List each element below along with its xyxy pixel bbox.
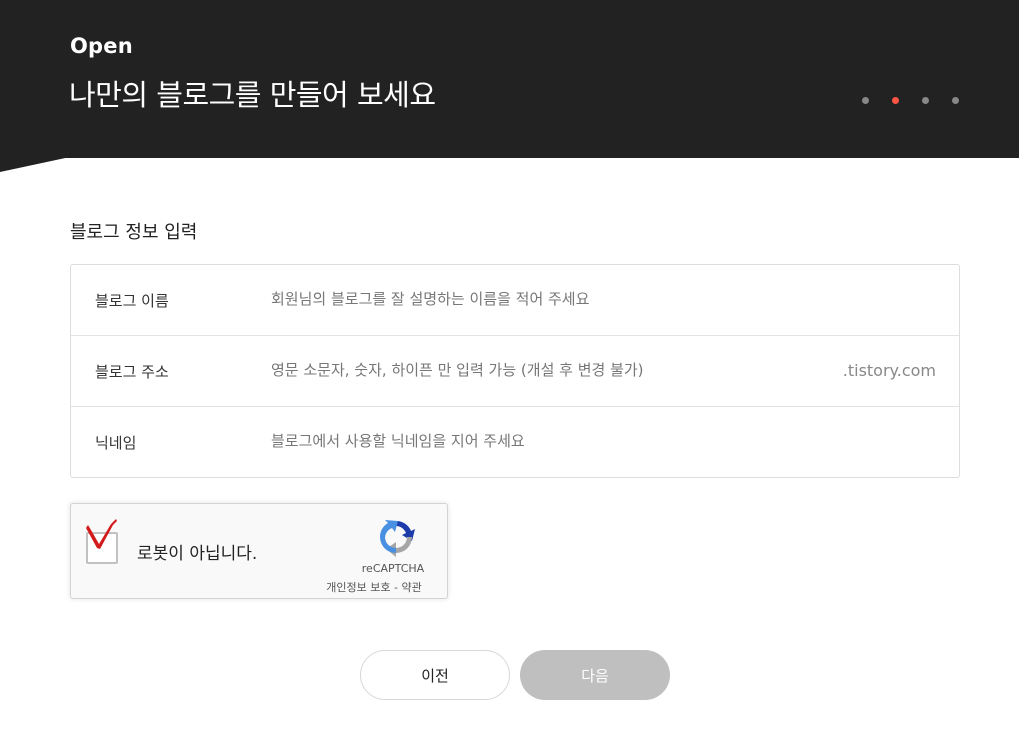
prev-button[interactable]: 이전 <box>360 650 510 700</box>
step-dot-2-active <box>892 97 899 104</box>
header-eyebrow: Open <box>70 34 133 58</box>
blog-domain-suffix: .tistory.com <box>842 361 936 380</box>
section-title: 블로그 정보 입력 <box>70 222 198 243</box>
nickname-label: 닉네임 <box>95 434 137 452</box>
link-separator: - <box>390 581 402 594</box>
recaptcha-links: 개인정보 보호 - 약관 <box>303 579 445 595</box>
blog-address-label: 블로그 주소 <box>95 363 169 381</box>
step-dot-1 <box>862 97 869 104</box>
blog-name-label: 블로그 이름 <box>95 292 169 310</box>
blog-address-input[interactable] <box>271 358 831 382</box>
blog-name-input[interactable] <box>271 287 831 311</box>
recaptcha-brand: reCAPTCHA <box>361 562 425 575</box>
page-title: 나만의 블로그를 만들어 보세요 <box>69 78 436 112</box>
recaptcha-widget: 로봇이 아닙니다. reCAPTCHA 개인정보 보호 - 약관 <box>70 503 448 599</box>
step-indicator <box>862 97 964 105</box>
recaptcha-label: 로봇이 아닙니다. <box>137 544 258 564</box>
privacy-link[interactable]: 개인정보 보호 <box>326 581 390 594</box>
step-dot-3 <box>922 97 929 104</box>
blog-name-row: 블로그 이름 <box>71 265 959 335</box>
header-notch-shape <box>0 157 70 172</box>
next-button[interactable]: 다음 <box>520 650 670 700</box>
terms-link[interactable]: 약관 <box>401 581 421 594</box>
blog-address-row: 블로그 주소 .tistory.com <box>71 335 959 406</box>
recaptcha-logo-icon <box>379 520 415 557</box>
header: Open 나만의 블로그를 만들어 보세요 <box>0 0 1019 158</box>
nickname-row: 닉네임 <box>71 406 959 477</box>
step-dot-4 <box>952 97 959 104</box>
checkmark-icon <box>86 519 117 549</box>
blog-info-form: 블로그 이름 블로그 주소 .tistory.com 닉네임 <box>70 264 960 478</box>
nickname-input[interactable] <box>271 429 831 453</box>
